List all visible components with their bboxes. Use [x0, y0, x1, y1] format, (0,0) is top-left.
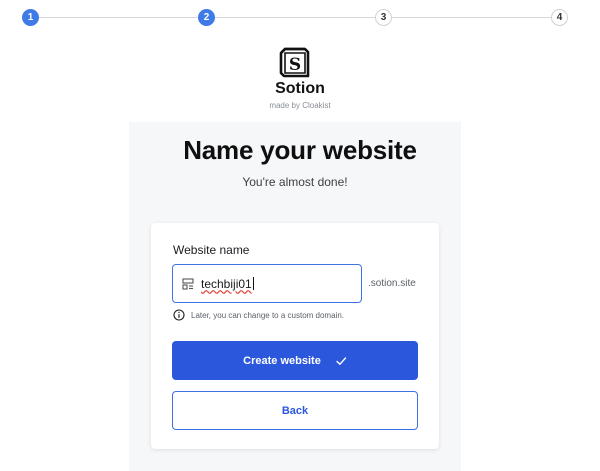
brand-made-by: made by Cloakist — [269, 101, 331, 110]
text-caret — [252, 277, 254, 290]
progress-stepper: 1 2 3 4 — [22, 9, 568, 26]
website-name-value[interactable]: techbiji01 — [201, 277, 252, 291]
layout-icon — [182, 277, 194, 290]
create-website-label: Create website — [243, 354, 321, 367]
step-1[interactable]: 1 — [22, 9, 39, 26]
domain-suffix: .sotion.site — [368, 278, 416, 289]
page-subtitle: You're almost done! — [242, 175, 348, 189]
stepper-line — [215, 17, 375, 18]
logo-letter: S — [289, 55, 301, 75]
stepper-line — [39, 17, 199, 18]
stepper-line — [392, 17, 552, 18]
hint-row: Later, you can change to a custom domain… — [173, 309, 344, 321]
sotion-logo-icon: S — [278, 46, 311, 79]
website-name-input[interactable]: techbiji01 — [172, 264, 362, 303]
hint-text: Later, you can change to a custom domain… — [191, 310, 344, 320]
website-name-label: Website name — [173, 243, 250, 257]
back-label: Back — [281, 404, 309, 417]
step-3[interactable]: 3 — [375, 9, 392, 26]
info-icon — [173, 309, 185, 321]
step-2[interactable]: 2 — [198, 9, 215, 26]
page-title: Name your website — [183, 135, 417, 165]
onboarding-page: 1 2 3 4 S Sotion made by Cloakist Name y… — [0, 0, 600, 471]
check-icon — [336, 356, 347, 365]
step-4[interactable]: 4 — [551, 9, 568, 26]
brand-name: Sotion — [275, 80, 325, 97]
back-button[interactable]: Back — [172, 391, 418, 430]
create-website-button[interactable]: Create website — [172, 341, 418, 380]
